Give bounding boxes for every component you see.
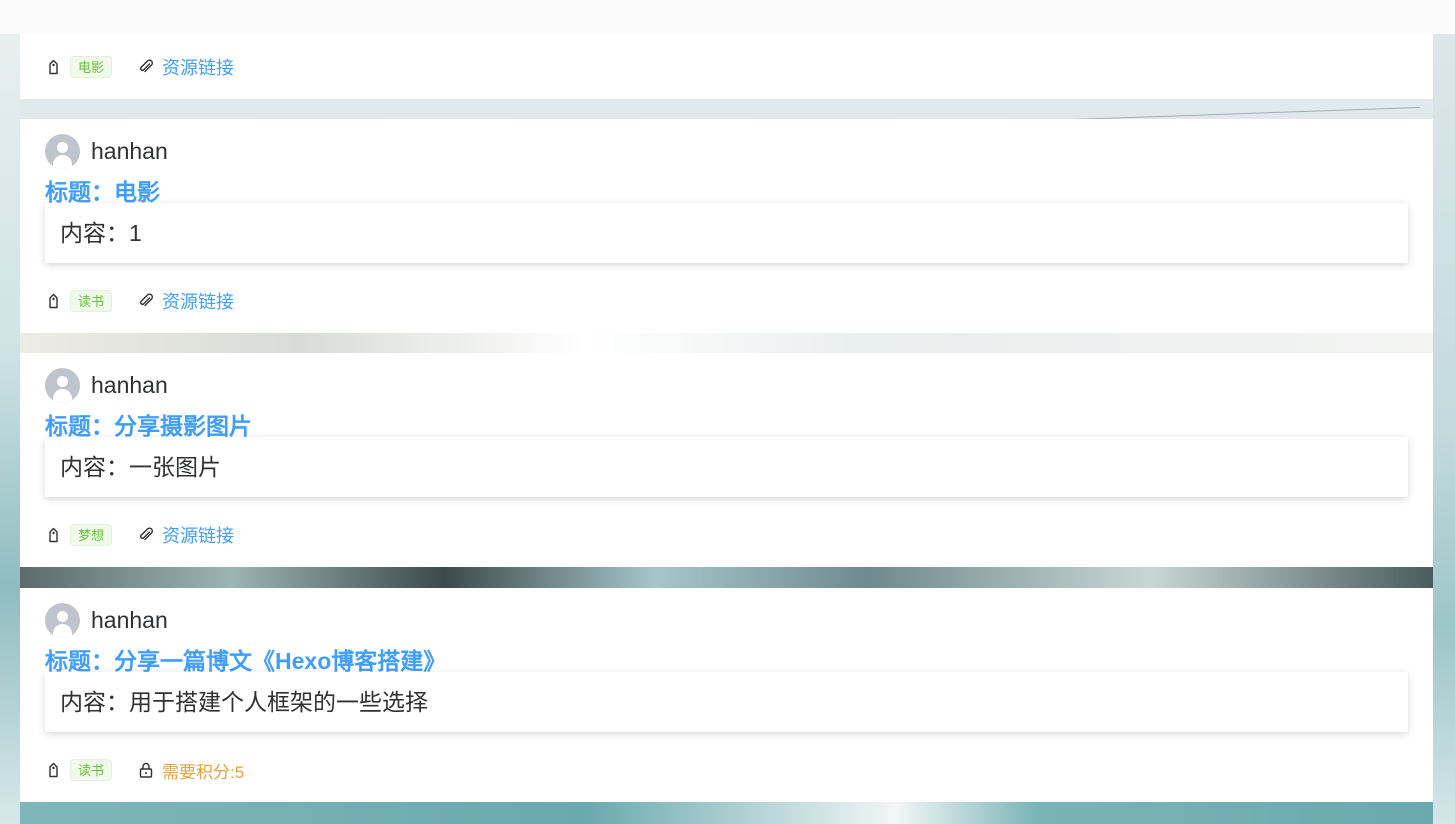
post-author: hanhan (45, 134, 168, 169)
category-tag[interactable]: 读书 (70, 759, 113, 781)
background-strip-road (20, 802, 1433, 824)
post-content-box: 内容：1 (45, 203, 1408, 263)
price-tag-icon (49, 59, 58, 75)
paperclip-icon (140, 293, 154, 307)
post-content-box: 内容：用于搭建个人框架的一些选择 (45, 672, 1408, 732)
lock-icon (139, 762, 153, 778)
post-card: hanhan 标题：电影 内容：1 读书 资源链接 (20, 119, 1433, 333)
price-tag-icon (49, 293, 58, 309)
post-author: hanhan (45, 368, 168, 403)
resource-link[interactable]: 资源链接 (162, 54, 234, 80)
post-meta: 梦想 资源链接 (47, 522, 234, 548)
post-title[interactable]: 标题：电影 (45, 173, 160, 207)
post-author: hanhan (45, 603, 168, 638)
author-name: hanhan (91, 138, 168, 164)
post-content: 内容：1 (60, 220, 142, 246)
post-content: 内容：一张图片 (60, 454, 221, 480)
author-name: hanhan (91, 607, 168, 633)
author-name: hanhan (91, 372, 168, 398)
paperclip-icon (140, 59, 154, 73)
resource-link[interactable]: 资源链接 (162, 522, 234, 548)
background-strip-houses (20, 333, 1433, 353)
category-tag[interactable]: 读书 (70, 290, 113, 312)
post-card: hanhan 标题：分享摄影图片 内容：一张图片 梦想 资源链接 (20, 353, 1433, 567)
post-meta: 读书 资源链接 (47, 288, 234, 314)
category-tag[interactable]: 电影 (70, 56, 113, 78)
user-avatar-icon[interactable] (45, 603, 80, 638)
user-avatar-icon[interactable] (45, 134, 80, 169)
post-content-box: 内容：一张图片 (45, 437, 1408, 497)
category-tag[interactable]: 梦想 (70, 524, 113, 546)
background-left-edge (0, 34, 20, 824)
post-meta: 电影 资源链接 (47, 54, 234, 80)
resource-link[interactable]: 资源链接 (162, 288, 234, 314)
paperclip-icon (140, 527, 154, 541)
post-meta: 读书 需要积分:5 (47, 757, 244, 783)
required-points: 需要积分:5 (162, 762, 245, 782)
background-strip-street (20, 567, 1433, 588)
background-right-edge (1433, 34, 1455, 824)
price-tag-icon (49, 762, 58, 778)
user-avatar-icon[interactable] (45, 368, 80, 403)
post-title[interactable]: 标题：分享摄影图片 (45, 407, 252, 441)
price-tag-icon (49, 527, 58, 543)
post-content: 内容：用于搭建个人框架的一些选择 (60, 689, 428, 715)
post-card: 电影 资源链接 (20, 34, 1433, 99)
post-title[interactable]: 标题：分享一篇博文《Hexo博客搭建》 (45, 642, 446, 676)
post-card: hanhan 标题：分享一篇博文《Hexo博客搭建》 内容：用于搭建个人框架的一… (20, 588, 1433, 802)
